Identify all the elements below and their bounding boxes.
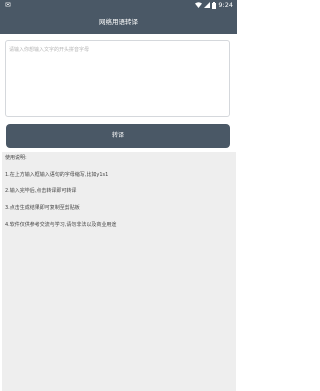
signal-icon xyxy=(204,2,211,8)
instruction-item-4: 4.软件仅供参考交流与学习,请勿非法以及商业用途 xyxy=(5,222,117,228)
battery-icon xyxy=(212,1,217,9)
instruction-item-3: 3.点击生成结果即可复制至剪贴板 xyxy=(5,205,80,211)
wifi-icon xyxy=(195,2,203,8)
instructions-title: 使用说明: xyxy=(5,155,27,161)
instruction-item-1: 1.在上方输入框输入语句的字母缩写,比如y1s1 xyxy=(5,172,109,178)
status-bar: ✉ 9:24 xyxy=(0,0,237,10)
status-right-group: 9:24 xyxy=(195,0,233,10)
instruction-item-2: 2.输入完毕后,点击转译即可转译 xyxy=(5,188,77,194)
convert-button[interactable]: 转译 xyxy=(6,124,230,148)
status-time: 9:24 xyxy=(218,1,233,9)
status-notification-icon: ✉ xyxy=(5,1,11,9)
instructions-panel: 使用说明: 1.在上方输入框输入语句的字母缩写,比如y1s1 2.输入完毕后,点… xyxy=(2,152,236,391)
app-bar: 网络用语转译 xyxy=(0,10,237,34)
input-container xyxy=(5,40,230,117)
abbreviation-input[interactable] xyxy=(6,41,229,116)
app-title: 网络用语转译 xyxy=(99,18,138,26)
